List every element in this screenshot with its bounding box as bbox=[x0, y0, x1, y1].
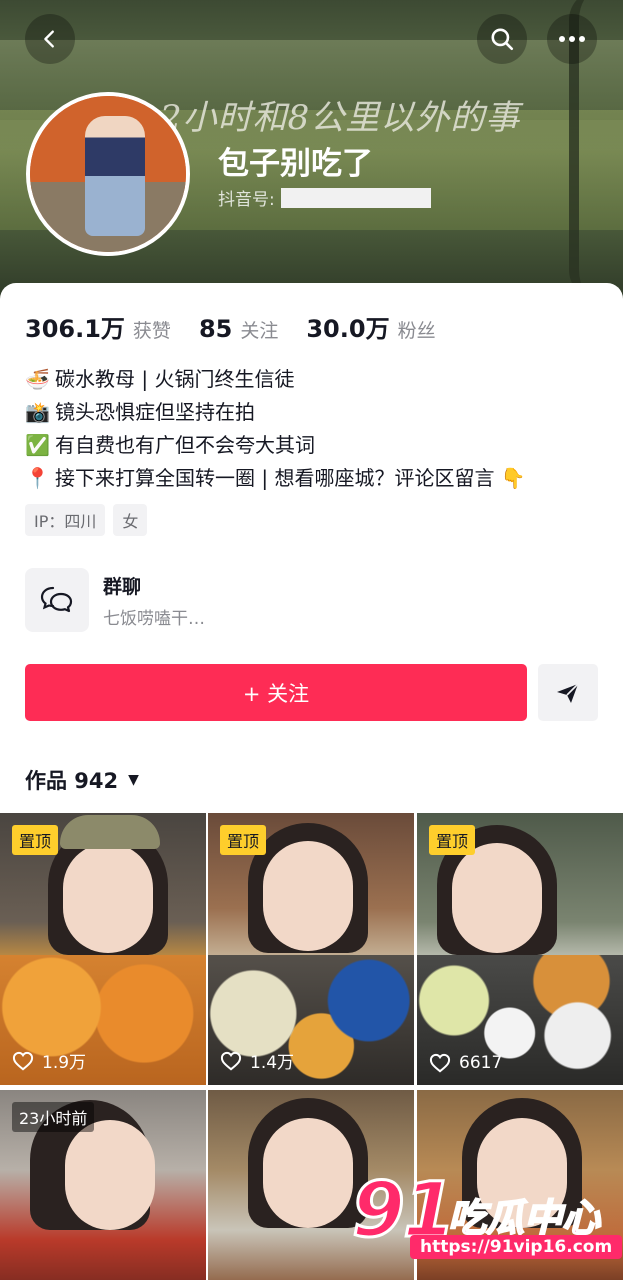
group-chat-subtitle: 七饭唠嗑干… bbox=[103, 609, 205, 629]
stat-label: 关注 bbox=[240, 320, 279, 342]
stat-followers[interactable]: 30.0万 粉丝 bbox=[306, 309, 435, 344]
like-count: 6617 bbox=[429, 1053, 502, 1073]
douyin-id-label: 抖音号: bbox=[218, 190, 275, 210]
bio-text: 接下来打算全国转一圈 | 想看哪座城？评论区留言 👇 bbox=[55, 466, 526, 490]
group-chat-entry[interactable]: 群聊 七饭唠嗑干… bbox=[25, 568, 600, 632]
pinned-badge: 置顶 bbox=[220, 825, 267, 855]
stat-label: 粉丝 bbox=[397, 320, 436, 342]
like-count: 1.9万 bbox=[12, 1048, 86, 1073]
video-tile[interactable]: 23小时前 bbox=[0, 1090, 206, 1280]
search-button[interactable] bbox=[477, 14, 527, 64]
tag-ip: IP：四川 bbox=[25, 504, 106, 536]
heart-icon bbox=[429, 1053, 451, 1073]
bio-line: ✅ 有自费也有广但不会夸大其词 bbox=[25, 429, 526, 462]
more-button[interactable] bbox=[547, 14, 597, 64]
pinned-badge: 置顶 bbox=[12, 825, 59, 855]
chevron-left-icon bbox=[44, 30, 54, 48]
tab-works[interactable]: 作品 942 ▼ bbox=[25, 765, 139, 795]
chat-bubble-icon bbox=[25, 568, 89, 632]
stat-number: 85 bbox=[198, 315, 233, 343]
stat-label: 获赞 bbox=[132, 320, 171, 342]
stat-number: 30.0万 bbox=[306, 315, 390, 343]
camera-icon: 📸 bbox=[25, 400, 50, 424]
avatar[interactable] bbox=[26, 92, 190, 256]
time-badge: 23小时前 bbox=[12, 1102, 95, 1132]
bio-text: 碳水教母 | 火锅门终生信徒 bbox=[55, 367, 295, 391]
check-icon: ✅ bbox=[25, 433, 50, 457]
stat-likes: 306.1万 获赞 bbox=[25, 309, 171, 344]
bio-text: 有自费也有广但不会夸大其词 bbox=[55, 433, 315, 457]
heart-icon bbox=[220, 1051, 242, 1070]
share-button[interactable] bbox=[538, 664, 598, 721]
watermark: 91 吃瓜中心 https://91vip16.com bbox=[351, 1164, 623, 1259]
bio-line: 🍜 碳水教母 | 火锅门终生信徒 bbox=[25, 363, 526, 396]
video-tile[interactable]: 置顶 1.9万 bbox=[0, 813, 206, 1085]
follow-button[interactable]: + 关注 bbox=[25, 664, 527, 721]
pinned-badge: 置顶 bbox=[429, 825, 476, 855]
works-label: 作品 942 bbox=[25, 769, 119, 793]
send-icon bbox=[557, 682, 579, 703]
pin-icon: 📍 bbox=[25, 466, 50, 490]
tags: IP：四川 女 bbox=[25, 504, 155, 536]
more-horizontal-icon bbox=[559, 36, 585, 42]
video-tile[interactable]: 置顶 1.4万 bbox=[208, 813, 414, 1085]
stats-row: 306.1万 获赞 85 关注 30.0万 粉丝 bbox=[25, 309, 464, 344]
search-icon bbox=[491, 28, 514, 51]
banner-handwritten-text: 2小时和8公里以外的事 bbox=[160, 98, 521, 138]
back-button[interactable] bbox=[25, 14, 75, 64]
bio-text: 镜头恐惧症但坚持在拍 bbox=[55, 400, 255, 424]
profile-card: 306.1万 获赞 85 关注 30.0万 粉丝 🍜 碳水教母 | 火锅门终生信… bbox=[0, 283, 623, 1280]
tag-gender: 女 bbox=[113, 504, 148, 536]
douyin-id-redacted bbox=[280, 187, 431, 208]
heart-icon bbox=[12, 1051, 34, 1070]
nickname: 包子别吃了 bbox=[218, 146, 373, 182]
caret-down-icon: ▼ bbox=[128, 772, 139, 788]
stat-following[interactable]: 85 关注 bbox=[199, 315, 278, 343]
watermark-url: https://91vip16.com bbox=[410, 1235, 623, 1259]
video-tile[interactable]: 置顶 6617 bbox=[417, 813, 623, 1085]
stat-number: 306.1万 bbox=[25, 315, 125, 343]
noodle-icon: 🍜 bbox=[25, 367, 50, 391]
douyin-id: 抖音号: bbox=[218, 185, 431, 210]
watermark-text: 吃瓜中心 bbox=[447, 1195, 601, 1241]
bio-line: 📍 接下来打算全国转一圈 | 想看哪座城？评论区留言 👇 bbox=[25, 462, 526, 495]
bio-line: 📸 镜头恐惧症但坚持在拍 bbox=[25, 396, 526, 429]
group-chat-title: 群聊 bbox=[103, 576, 142, 598]
bio: 🍜 碳水教母 | 火锅门终生信徒 📸 镜头恐惧症但坚持在拍 ✅ 有自费也有广但不… bbox=[25, 363, 526, 495]
like-count: 1.4万 bbox=[220, 1048, 294, 1073]
